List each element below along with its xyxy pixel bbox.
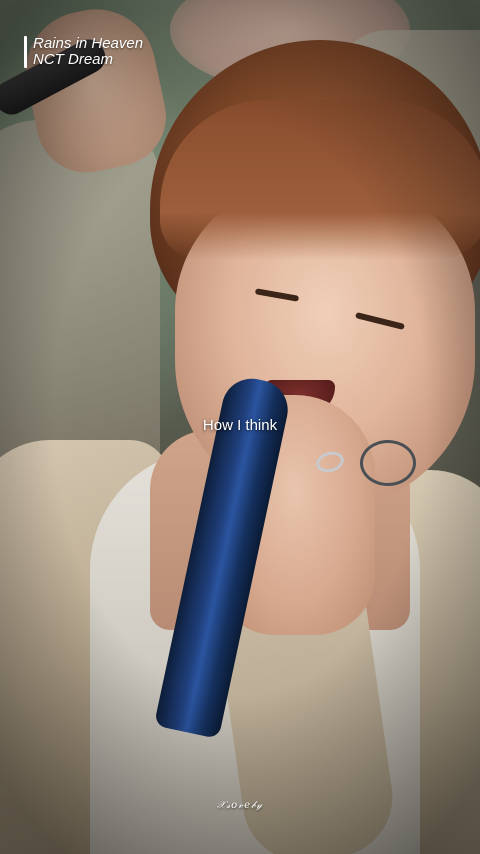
necklace (360, 440, 416, 486)
song-tag: Rains in Heaven NCT Dream (24, 36, 143, 68)
video-frame: Rains in Heaven NCT Dream How I think 𝒳𝓈… (0, 0, 480, 854)
song-artist: NCT Dream (33, 51, 114, 68)
singer-fringe (160, 100, 480, 260)
song-title: Rains in Heaven (33, 35, 144, 52)
song-tag-bar (24, 36, 27, 68)
song-tag-lines: Rains in Heaven NCT Dream (33, 36, 143, 68)
lyric-caption: How I think (202, 417, 278, 434)
creator-watermark: 𝒳𝓈𝑜𝓋𝑒𝒷𝓎 (216, 800, 264, 811)
